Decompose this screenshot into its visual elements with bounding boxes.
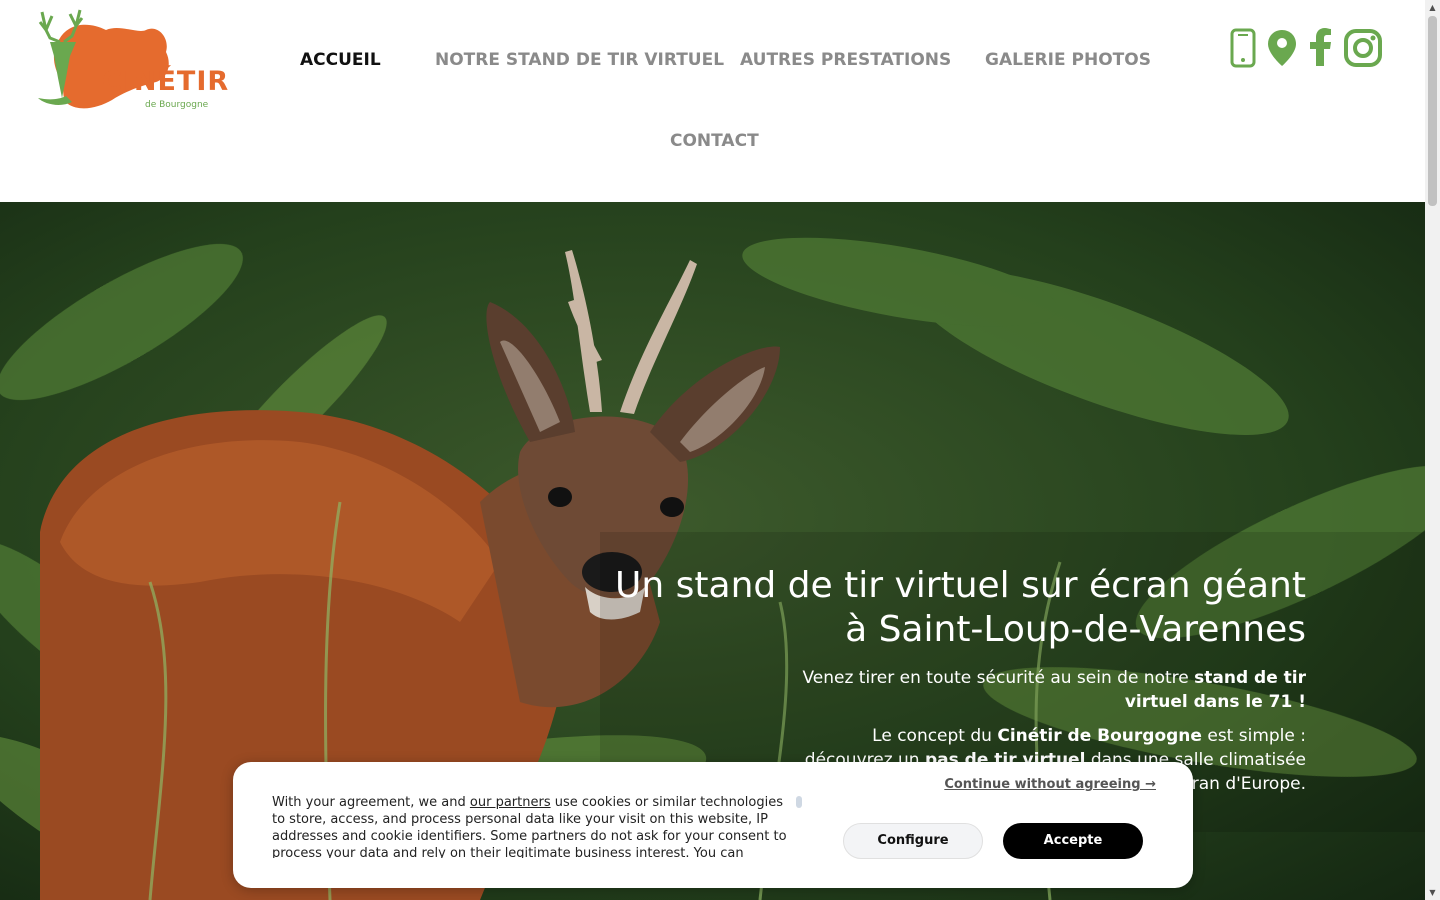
map-pin-icon[interactable]: [1266, 28, 1298, 68]
cookie-text-start: With your agreement, we and: [272, 795, 470, 810]
scroll-up-arrow-icon[interactable]: ▲: [1425, 0, 1440, 15]
nav-item-stand-de-tir[interactable]: NOTRE STAND DE TIR VIRTUEL: [435, 50, 724, 70]
hero-title-line-1: Un stand de tir virtuel sur écran géant: [615, 565, 1306, 606]
nav-item-autres-prestations[interactable]: AUTRES PRESTATIONS: [740, 50, 951, 70]
nav-item-galerie-photos[interactable]: GALERIE PHOTOS: [985, 50, 1151, 70]
configure-button[interactable]: Configure: [843, 823, 983, 859]
hero-concept-text-1: Le concept du: [872, 726, 998, 746]
page: CINÉTIR de Bourgogne ACCUEIL NOTRE STAND…: [0, 0, 1440, 900]
hero-concept-brand: Cinétir de Bourgogne: [997, 726, 1202, 746]
hero-intro-paragraph: Venez tirer en toute sécurité au sein de…: [786, 666, 1306, 714]
hero-title-line-2: à Saint-Loup-de-Varennes: [845, 609, 1306, 650]
scroll-thumb[interactable]: [1428, 16, 1437, 206]
logo-subtitle: de Bourgogne: [145, 100, 209, 110]
instagram-icon[interactable]: [1343, 28, 1383, 68]
site-header: CINÉTIR de Bourgogne ACCUEIL NOTRE STAND…: [0, 0, 1425, 202]
page-scrollbar[interactable]: ▲ ▼: [1425, 0, 1440, 900]
cookie-consent-banner: Continue without agreeing → With your ag…: [233, 762, 1193, 888]
hero-concept-text-5: d'Europe.: [1219, 774, 1306, 794]
scroll-down-arrow-icon[interactable]: ▼: [1425, 885, 1440, 900]
hero-intro-text: Venez tirer en toute sécurité au sein de…: [802, 668, 1195, 688]
hero-title: Un stand de tir virtuel sur écran géant …: [586, 564, 1306, 652]
nav-item-accueil[interactable]: ACCUEIL: [300, 50, 381, 70]
site-logo[interactable]: CINÉTIR de Bourgogne: [20, 8, 228, 112]
logo-wordmark: CINÉTIR: [102, 66, 230, 97]
accept-button[interactable]: Accepte: [1003, 823, 1143, 859]
nav-item-contact[interactable]: CONTACT: [670, 131, 759, 151]
continue-without-agreeing-link[interactable]: Continue without agreeing →: [944, 777, 1156, 792]
phone-icon[interactable]: [1230, 28, 1256, 68]
facebook-icon[interactable]: [1310, 28, 1332, 68]
cookie-consent-text: With your agreement, we and our partners…: [272, 794, 792, 858]
cookie-text-scrollbar[interactable]: [796, 796, 802, 808]
our-partners-link[interactable]: our partners: [470, 795, 551, 810]
